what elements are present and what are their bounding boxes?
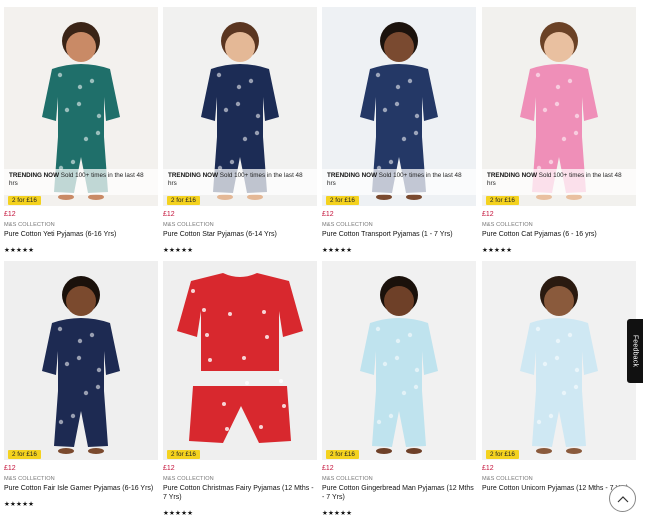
product-title[interactable]: Pure Cotton Star Pyjamas (6-14 Yrs) xyxy=(163,230,317,239)
product-title[interactable]: Pure Cotton Yeti Pyjamas (6-16 Yrs) xyxy=(4,230,158,239)
feedback-label: Feedback xyxy=(631,334,639,368)
rating-stars: ★★★★★ xyxy=(322,247,353,254)
product-price: £12 xyxy=(163,211,175,218)
rating-stars: ★★★★★ xyxy=(4,247,35,254)
product-card[interactable]: TRENDING NOW Sold 100+ times in the last… xyxy=(482,7,636,255)
offer-badge: 2 for £16 xyxy=(486,450,519,459)
product-brand: M&S COLLECTION xyxy=(322,222,373,228)
offer-badge: 2 for £16 xyxy=(8,450,41,459)
offer-badge: 2 for £16 xyxy=(326,450,359,459)
offer-badge: 2 for £16 xyxy=(486,196,519,205)
product-card[interactable]: 2 for £16 £12 M&S COLLECTION Pure Cotton Fa… xyxy=(4,261,158,509)
trending-label: TRENDING NOW xyxy=(487,172,538,179)
trending-banner: TRENDING NOW Sold 100+ times in the last… xyxy=(322,169,476,195)
product-image[interactable] xyxy=(4,261,158,460)
product-price: £12 xyxy=(482,465,494,472)
product-brand: M&S COLLECTION xyxy=(482,222,533,228)
product-title[interactable]: Pure Cotton Christmas Fairy Pyjamas (12 … xyxy=(163,484,317,502)
product-card[interactable]: TRENDING NOW Sold 100+ times in the last… xyxy=(4,7,158,255)
product-card[interactable]: TRENDING NOW Sold 100+ times in the last… xyxy=(163,7,317,255)
trending-banner: TRENDING NOW Sold 100+ times in the last… xyxy=(163,169,317,195)
product-price: £12 xyxy=(482,211,494,218)
rating-stars: ★★★★★ xyxy=(163,510,194,517)
product-price: £12 xyxy=(322,211,334,218)
product-image-frame[interactable]: TRENDING NOW Sold 100+ times in the last… xyxy=(4,7,158,206)
feedback-tab[interactable]: Feedback xyxy=(627,319,643,383)
product-image-frame[interactable]: 2 for £16 xyxy=(482,261,636,460)
product-card[interactable]: TRENDING NOW Sold 100+ times in the last… xyxy=(322,7,476,255)
trending-label: TRENDING NOW xyxy=(327,172,378,179)
product-image[interactable] xyxy=(482,261,636,460)
product-price: £12 xyxy=(322,465,334,472)
product-brand: M&S COLLECTION xyxy=(4,222,55,228)
product-price: £12 xyxy=(4,465,16,472)
product-card[interactable]: 2 for £16 £12 M&S COLLECTION Pure Cotton Gi… xyxy=(322,261,476,518)
trending-label: TRENDING NOW xyxy=(9,172,60,179)
product-card[interactable]: 2 for £16 £12 M&S COLLECTION Pure Cotton Ch… xyxy=(163,261,317,518)
product-card[interactable]: 2 for £16 £12 M&S COLLECTION Pure Cotton Un… xyxy=(482,261,636,501)
offer-badge: 2 for £16 xyxy=(326,196,359,205)
rating-stars: ★★★★★ xyxy=(163,247,194,254)
product-image-frame[interactable]: TRENDING NOW Sold 100+ times in the last… xyxy=(163,7,317,206)
product-brand: M&S COLLECTION xyxy=(163,222,214,228)
product-price: £12 xyxy=(4,211,16,218)
product-title[interactable]: Pure Cotton Cat Pyjamas (6 - 16 yrs) xyxy=(482,230,636,239)
chevron-up-icon xyxy=(617,495,628,502)
product-brand: M&S COLLECTION xyxy=(163,476,214,482)
product-brand: M&S COLLECTION xyxy=(322,476,373,482)
product-title[interactable]: Pure Cotton Fair Isle Gamer Pyjamas (6-1… xyxy=(4,484,158,493)
product-image[interactable] xyxy=(322,261,476,460)
product-image[interactable] xyxy=(163,261,317,460)
product-image-frame[interactable]: 2 for £16 xyxy=(4,261,158,460)
product-brand: M&S COLLECTION xyxy=(482,476,533,482)
trending-banner: TRENDING NOW Sold 100+ times in the last… xyxy=(482,169,636,195)
product-title[interactable]: Pure Cotton Transport Pyjamas (1 - 7 Yrs… xyxy=(322,230,476,239)
rating-stars: ★★★★★ xyxy=(322,510,353,517)
product-title[interactable]: Pure Cotton Gingerbread Man Pyjamas (12 … xyxy=(322,484,476,502)
product-image-frame[interactable]: TRENDING NOW Sold 100+ times in the last… xyxy=(482,7,636,206)
offer-badge: 2 for £16 xyxy=(167,450,200,459)
product-image-frame[interactable]: TRENDING NOW Sold 100+ times in the last… xyxy=(322,7,476,206)
rating-stars: ★★★★★ xyxy=(4,501,35,508)
offer-badge: 2 for £16 xyxy=(8,196,41,205)
product-image-frame[interactable]: 2 for £16 xyxy=(163,261,317,460)
product-image-frame[interactable]: 2 for £16 xyxy=(322,261,476,460)
product-brand: M&S COLLECTION xyxy=(4,476,55,482)
trending-banner: TRENDING NOW Sold 100+ times in the last… xyxy=(4,169,158,195)
product-price: £12 xyxy=(163,465,175,472)
offer-badge: 2 for £16 xyxy=(167,196,200,205)
back-to-top-button[interactable] xyxy=(609,485,636,512)
rating-stars: ★★★★★ xyxy=(482,247,513,254)
trending-label: TRENDING NOW xyxy=(168,172,219,179)
